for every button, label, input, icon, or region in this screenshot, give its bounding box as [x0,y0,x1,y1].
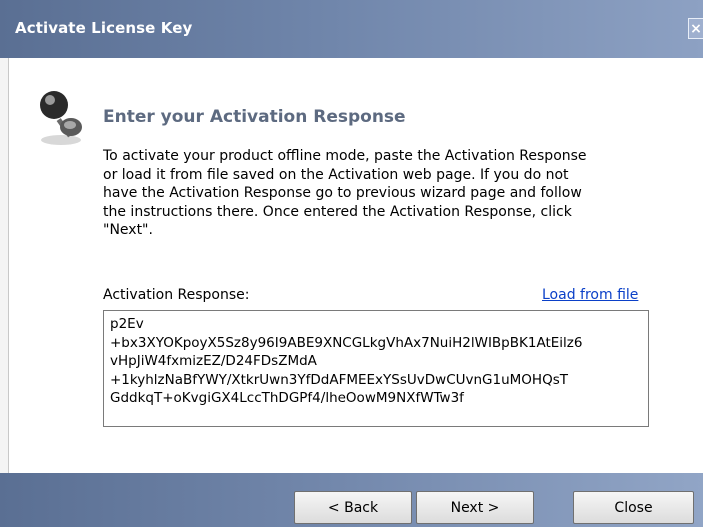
activation-response-textarea[interactable]: p2Ev +bx3XYOKpoyX5Sz8y96I9ABE9XNCGLkgVhA… [103,310,649,427]
window-title: Activate License Key [15,19,193,37]
close-button[interactable]: Close [573,491,694,524]
back-button[interactable]: < Back [294,491,412,524]
title-bar: Activate License Key × [0,0,703,58]
close-icon[interactable]: × [688,18,703,39]
activation-response-label: Activation Response: [103,287,250,303]
pushpin-icon [40,91,82,145]
page-description: To activate your product offline mode, p… [103,148,587,238]
load-from-file-link[interactable]: Load from file [542,287,638,303]
content-border [8,58,9,473]
page-heading: Enter your Activation Response [103,107,406,127]
next-button[interactable]: Next > [416,491,534,524]
